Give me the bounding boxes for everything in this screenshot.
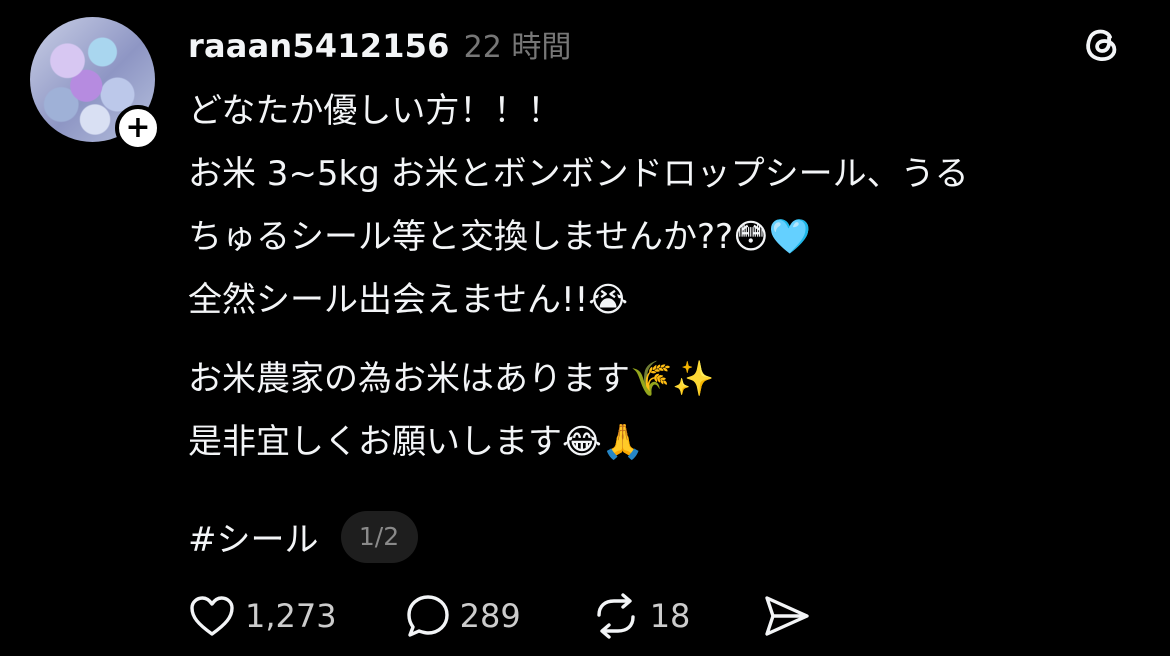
repost-count: 18: [649, 597, 691, 635]
post-line: 全然シール出会えません!!😭: [188, 280, 628, 320]
like-button[interactable]: 1,273: [188, 594, 337, 638]
post-line: ちゅるシール等と交換しませんか??😳🩵: [188, 217, 811, 257]
reply-button[interactable]: 289: [405, 593, 521, 639]
reply-count: 289: [459, 597, 521, 635]
post-line: お米 3~5kg お米とボンボンドロップシール、うる: [188, 154, 969, 194]
threads-logo-icon[interactable]: [1080, 23, 1122, 65]
action-bar: 1,273 289 18: [188, 590, 812, 642]
tag-row: #シール 1/2: [188, 509, 418, 564]
share-icon: [765, 596, 810, 636]
page-indicator: 1/2: [340, 510, 418, 563]
heart-icon: [190, 596, 234, 636]
avatar-container[interactable]: +: [30, 17, 162, 151]
follow-plus-icon[interactable]: +: [115, 105, 161, 151]
comment-icon: [406, 595, 449, 637]
like-count: 1,273: [245, 597, 337, 635]
post-header: raaan5412156 22 時間: [188, 22, 571, 66]
repost-icon: [596, 593, 635, 639]
username[interactable]: raaan5412156: [188, 27, 450, 65]
post-time: 22 時間: [463, 30, 572, 65]
post-line: どなたか優しい方！！！: [188, 91, 562, 131]
post-line: お米農家の為お米はあります🌾✨: [188, 359, 715, 399]
share-button[interactable]: [762, 593, 812, 639]
post-line: 是非宜しくお願いします😂🙏: [188, 422, 645, 462]
hashtag-link[interactable]: #シール: [188, 512, 319, 561]
post-body: どなたか優しい方！！！ お米 3~5kg お米とボンボンドロップシール、うる ち…: [188, 80, 969, 474]
repost-button[interactable]: 18: [591, 593, 691, 639]
